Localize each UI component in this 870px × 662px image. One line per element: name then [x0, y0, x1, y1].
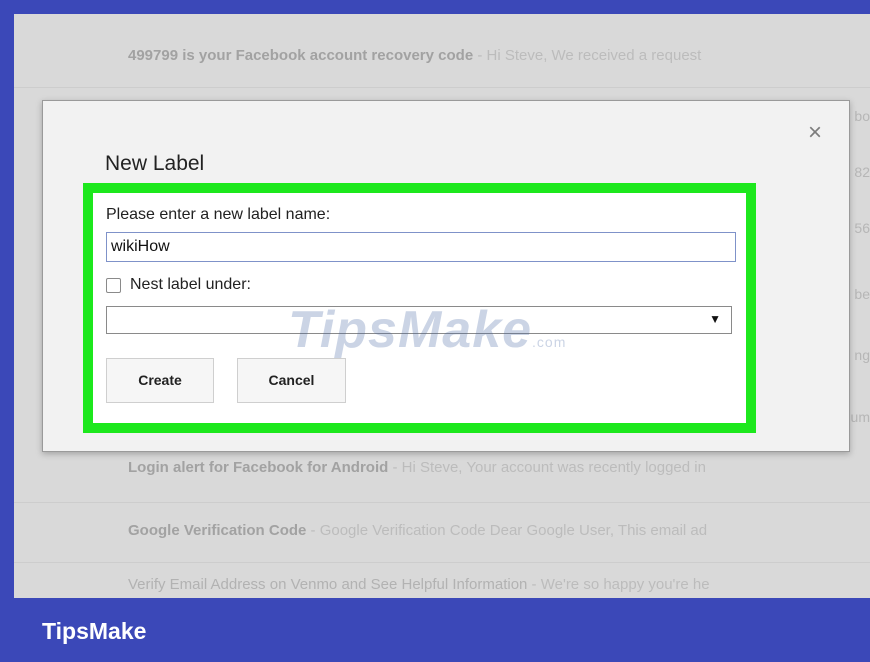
- row-divider: [14, 87, 870, 88]
- email-snippet: - Google Verification Code Dear Google U…: [306, 522, 708, 539]
- email-snippet: - We're so happy you're he: [527, 576, 710, 593]
- peek-text: be: [854, 286, 870, 302]
- peek-text: ng: [854, 347, 870, 363]
- row-divider: [14, 502, 870, 503]
- peek-text: 82: [854, 164, 870, 180]
- footer-bar: TipsMake: [0, 600, 870, 662]
- peek-text: bo: [854, 108, 870, 124]
- nest-label-text: Nest label under:: [130, 276, 251, 293]
- watermark-text: TipsMake: [288, 301, 533, 359]
- email-subject: Login alert for Facebook for Android: [128, 459, 389, 476]
- peek-text: um: [850, 409, 870, 425]
- email-subject: Verify Email Address on Venmo and See He…: [128, 576, 528, 593]
- create-button[interactable]: Create: [106, 358, 214, 403]
- email-row[interactable]: Login alert for Facebook for Android - H…: [128, 459, 870, 481]
- email-snippet: - Hi Steve, Your account was recently lo…: [388, 459, 706, 476]
- nest-label-checkbox[interactable]: [106, 278, 121, 293]
- label-name-input[interactable]: [106, 232, 736, 262]
- email-row[interactable]: Verify Email Address on Venmo and See He…: [128, 576, 870, 598]
- dropdown-arrow-icon: ▼: [709, 312, 721, 326]
- image-frame: 499799 is your Facebook account recovery…: [0, 0, 870, 662]
- watermark-tld: .com: [532, 334, 567, 350]
- peek-text: 56: [854, 220, 870, 236]
- email-row[interactable]: Google Verification Code - Google Verifi…: [128, 522, 870, 544]
- email-snippet: - Hi Steve, We received a request: [473, 47, 702, 64]
- dialog-title: New Label: [105, 152, 205, 175]
- email-subject: 499799 is your Facebook account recovery…: [128, 47, 474, 64]
- email-subject: Google Verification Code: [128, 522, 307, 539]
- row-divider: [14, 562, 870, 563]
- label-name-prompt: Please enter a new label name:: [106, 206, 331, 223]
- cancel-button[interactable]: Cancel: [237, 358, 346, 403]
- new-label-dialog: × New Label Please enter a new label nam…: [42, 100, 850, 452]
- brand-logo: TipsMake: [42, 618, 147, 644]
- watermark-logo: TipsMake.com: [288, 300, 566, 360]
- close-icon[interactable]: ×: [803, 121, 827, 145]
- email-row[interactable]: 499799 is your Facebook account recovery…: [128, 47, 870, 69]
